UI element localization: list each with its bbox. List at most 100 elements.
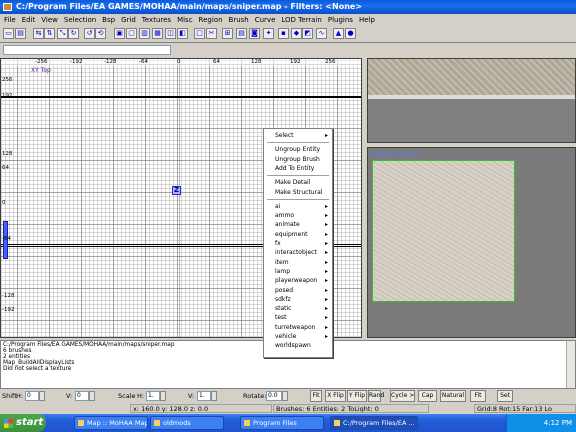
- context-item-vehicle[interactable]: vehicle ▸: [264, 332, 332, 341]
- csg-merge-icon[interactable]: ◧: [177, 28, 188, 39]
- camera-view[interactable]: [367, 58, 576, 143]
- texture-view-icon[interactable]: ▤: [236, 28, 247, 39]
- flip-z-icon[interactable]: ⤡: [57, 28, 68, 39]
- surface-button-y-flip[interactable]: Y Flip: [347, 390, 367, 402]
- clipper-icon[interactable]: ✂: [206, 28, 217, 39]
- surface-button-fit[interactable]: Fit: [470, 390, 486, 402]
- camera-icon[interactable]: ◙: [249, 28, 260, 39]
- surface-button-set[interactable]: Set: [497, 390, 513, 402]
- curve-icon[interactable]: ∿: [316, 28, 327, 39]
- context-item-interactobject[interactable]: interactobject ▸: [264, 248, 332, 257]
- context-item-playerweapon[interactable]: playerweapon ▸: [264, 276, 332, 285]
- menu-brush[interactable]: Brush: [226, 14, 252, 26]
- context-item-worldspawn[interactable]: worldspawn: [264, 341, 332, 350]
- shift-h-spinner[interactable]: [39, 391, 45, 401]
- open-icon[interactable]: ▭: [3, 28, 14, 39]
- context-item-ammo[interactable]: ammo ▸: [264, 211, 332, 220]
- select-inside-icon[interactable]: ▦: [152, 28, 163, 39]
- select-complete-tall-icon[interactable]: ▣: [114, 28, 125, 39]
- menu-region[interactable]: Region: [196, 14, 226, 26]
- context-item-equipment[interactable]: equipment ▸: [264, 230, 332, 239]
- menu-bar: File Edit View Selection Bsp Grid Textures Misc…: [0, 14, 576, 26]
- menu-misc[interactable]: Misc: [174, 14, 195, 26]
- start-button[interactable]: start: [0, 414, 46, 432]
- shift-h-field[interactable]: 0: [25, 391, 39, 401]
- menu-plugins[interactable]: Plugins: [325, 14, 356, 26]
- rotate-z-icon[interactable]: ⟲: [95, 28, 106, 39]
- flip-y-icon[interactable]: ⇅: [44, 28, 55, 39]
- surface-button-rand[interactable]: Rand: [368, 390, 384, 402]
- console-line: Did not select a texture: [3, 366, 72, 372]
- select-partial-tall-icon[interactable]: ▥: [139, 28, 150, 39]
- surface-button-cap[interactable]: Cap: [418, 390, 437, 402]
- hollow-icon[interactable]: □: [194, 28, 205, 39]
- context-item-label: Make Structural: [275, 188, 323, 196]
- surface-button-natural[interactable]: Natural: [440, 390, 466, 402]
- taskbar-item[interactable]: oldmods: [150, 416, 224, 430]
- select-touching-icon[interactable]: ▢: [126, 28, 137, 39]
- rotate-y-icon[interactable]: ↺: [84, 28, 95, 39]
- context-item-sdkfz[interactable]: sdkfz ▸: [264, 295, 332, 304]
- menu-selection[interactable]: Selection: [61, 14, 99, 26]
- shift-v-spinner[interactable]: [89, 391, 95, 401]
- brush-icon[interactable]: ●: [345, 28, 356, 39]
- menu-textures[interactable]: Textures: [139, 14, 174, 26]
- texture-view[interactable]: [african_wall1a]: [367, 147, 576, 338]
- context-item-lamp[interactable]: lamp ▸: [264, 267, 332, 276]
- entity-origin-marker[interactable]: Z: [172, 186, 181, 195]
- scale-h-field[interactable]: 1.: [146, 391, 160, 401]
- context-item-add-to-entity[interactable]: Add To Entity: [264, 164, 332, 173]
- console-scrollbar[interactable]: [566, 341, 575, 388]
- context-item-animate[interactable]: animate ▸: [264, 220, 332, 229]
- context-item-ungroup-brush[interactable]: Ungroup Brush: [264, 155, 332, 164]
- context-item-item[interactable]: item ▸: [264, 258, 332, 267]
- taskbar-item[interactable]: Program Files: [240, 416, 324, 430]
- menu-curve[interactable]: Curve: [252, 14, 279, 26]
- context-item-fx[interactable]: fx ▸: [264, 239, 332, 248]
- context-item-make-structural[interactable]: Make Structural: [264, 188, 332, 197]
- change-views-icon[interactable]: ⊞: [222, 28, 233, 39]
- context-item-posed[interactable]: posed ▸: [264, 286, 332, 295]
- clock[interactable]: 4:12 PM: [544, 419, 572, 427]
- flip-x-icon[interactable]: ⇆: [33, 28, 44, 39]
- lock-icon[interactable]: ✦: [263, 28, 274, 39]
- menu-bsp[interactable]: Bsp: [99, 14, 118, 26]
- menu-grid[interactable]: Grid: [118, 14, 139, 26]
- scale-v-label: V:: [188, 392, 195, 400]
- menu-lod-terrain[interactable]: LOD Terrain: [278, 14, 324, 26]
- context-item-test[interactable]: test ▸: [264, 313, 332, 322]
- scale-h-spinner[interactable]: [160, 391, 166, 401]
- texture-thumbnail[interactable]: [372, 160, 515, 302]
- rotate-x-icon[interactable]: ↻: [68, 28, 79, 39]
- rotate-field[interactable]: 0.0: [266, 391, 282, 401]
- rotate-spinner[interactable]: [282, 391, 288, 401]
- save-icon[interactable]: ▤: [15, 28, 26, 39]
- scale-v-field[interactable]: 1.: [197, 391, 211, 401]
- surface-button-cycle[interactable]: Cycle >: [390, 390, 415, 402]
- submenu-arrow-icon: ▸: [324, 314, 328, 322]
- context-item-select[interactable]: Select ▸: [264, 131, 332, 140]
- csg-subtract-icon[interactable]: ◫: [165, 28, 176, 39]
- taskbar-item[interactable]: Map :: MoHAA Mappi...: [74, 416, 148, 430]
- letter-icons[interactable]: ▲: [333, 28, 344, 39]
- cubic-clip-icon[interactable]: ▪: [278, 28, 289, 39]
- x-tick-label: -192: [70, 59, 83, 65]
- context-item-static[interactable]: static ▸: [264, 304, 332, 313]
- menu-view[interactable]: View: [38, 14, 61, 26]
- context-item-label: Add To Entity: [275, 164, 315, 172]
- taskbar-item[interactable]: C:/Program Files/EA ...: [330, 416, 418, 430]
- context-item-make-detail[interactable]: Make Detail: [264, 178, 332, 187]
- surface-button-x-flip[interactable]: X Flip: [325, 390, 346, 402]
- scale-v-spinner[interactable]: [211, 391, 217, 401]
- context-item-turretweapon[interactable]: turretweapon ▸: [264, 323, 332, 332]
- context-item-ai[interactable]: ai ▸: [264, 202, 332, 211]
- entity-view-icon[interactable]: ◆: [291, 28, 302, 39]
- menu-file[interactable]: File: [0, 14, 19, 26]
- menu-edit[interactable]: Edit: [19, 14, 39, 26]
- menu-help[interactable]: Help: [356, 14, 378, 26]
- patch-icon[interactable]: ◩: [302, 28, 313, 39]
- context-item-ungroup-entity[interactable]: Ungroup Entity: [264, 145, 332, 154]
- surface-button-fit[interactable]: Fit: [310, 390, 322, 402]
- shift-v-field[interactable]: 0: [75, 391, 89, 401]
- command-input[interactable]: [3, 45, 171, 55]
